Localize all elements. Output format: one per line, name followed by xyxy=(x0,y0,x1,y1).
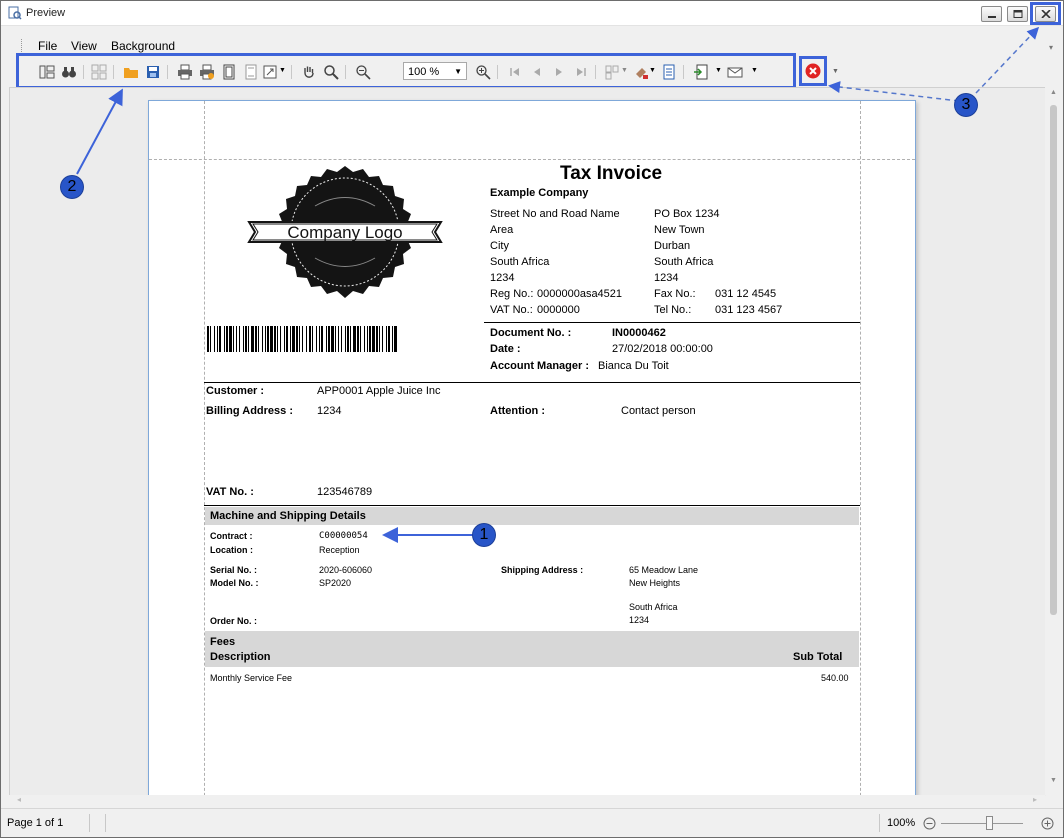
order-no-label: Order No. : xyxy=(210,616,258,626)
shipping-address-label: Shipping Address : xyxy=(501,565,584,575)
customer-vat-label: VAT No. : xyxy=(206,486,254,498)
account-manager-label: Account Manager : xyxy=(490,360,590,372)
document-viewport[interactable]: Company Logo Tax Invoice Example Company… xyxy=(9,87,1046,796)
company-logo: Company Logo xyxy=(247,166,443,298)
close-button-highlight xyxy=(1030,2,1061,25)
close-preview-highlight xyxy=(799,56,827,86)
page-info: Page 1 of 1 xyxy=(7,817,64,829)
fax-value: 031 12 4545 xyxy=(715,288,777,300)
contract-value: C00000054 xyxy=(319,531,368,541)
zoom-percent: 100% xyxy=(887,817,916,829)
location-label: Location : xyxy=(210,545,253,555)
serial-label: Serial No. : xyxy=(210,565,258,575)
account-manager-value: Bianca Du Toit xyxy=(598,360,669,372)
vat-value: 0000000 xyxy=(537,304,580,316)
address-right-line: South Africa xyxy=(654,256,714,268)
address-right-line: 1234 xyxy=(654,272,679,284)
subtotal-header: Sub Total xyxy=(793,651,843,663)
preview-window: Preview ▾ File View Background ▼ 100 % ▼… xyxy=(0,0,1064,838)
customer-vat-value: 123546789 xyxy=(317,486,373,498)
tel-value: 031 123 4567 xyxy=(715,304,783,316)
customer-label: Customer : xyxy=(206,385,265,397)
minimize-icon xyxy=(988,16,996,18)
maximize-button[interactable] xyxy=(1007,6,1028,22)
status-bar: Page 1 of 1 100% xyxy=(1,808,1063,837)
toolbar-highlight xyxy=(16,53,796,89)
machine-section-header: Machine and Shipping Details xyxy=(210,510,366,522)
menu-grip-icon xyxy=(21,39,24,52)
address-right-line: PO Box 1234 xyxy=(654,208,720,220)
date-value: 27/02/2018 00:00:00 xyxy=(612,343,713,355)
attention-value: Contact person xyxy=(621,405,696,417)
shipping-address-line: South Africa xyxy=(629,602,678,612)
callout-3: 3 xyxy=(955,94,977,116)
maximize-icon xyxy=(1013,10,1023,18)
logo-text: Company Logo xyxy=(287,223,402,242)
barcode xyxy=(207,326,397,352)
address-left-line: Street No and Road Name xyxy=(490,208,620,220)
location-value: Reception xyxy=(319,545,360,555)
shipping-address-line: 65 Meadow Lane xyxy=(629,565,699,575)
scroll-down-icon[interactable]: ▼ xyxy=(1050,777,1057,784)
invoice-page: Company Logo Tax Invoice Example Company… xyxy=(148,100,916,796)
preview-app-icon xyxy=(8,6,22,20)
attention-label: Attention : xyxy=(490,405,545,417)
customer-value: APP0001 Apple Juice Inc xyxy=(317,385,441,397)
shipping-address-line: New Heights xyxy=(629,578,681,588)
serial-value: 2020-606060 xyxy=(319,565,373,575)
address-left-line: City xyxy=(490,240,509,252)
document-no-label: Document No. : xyxy=(490,327,572,339)
reg-label: Reg No.: xyxy=(490,288,534,300)
contract-label: Contract : xyxy=(210,531,253,541)
vat-label: VAT No.: xyxy=(490,304,533,316)
billing-address-label: Billing Address : xyxy=(206,405,293,417)
fee-description: Monthly Service Fee xyxy=(210,673,293,683)
scroll-left-icon[interactable]: ◂ xyxy=(17,795,21,804)
address-right-line: New Town xyxy=(654,224,705,236)
company-name: Example Company xyxy=(490,187,589,199)
fees-section-band xyxy=(205,631,859,667)
tel-label: Tel No.: xyxy=(654,304,692,316)
document-no-value: IN0000462 xyxy=(612,327,666,339)
menu-view[interactable]: View xyxy=(71,39,97,53)
fee-amount: 540.00 xyxy=(821,673,849,683)
zoom-out-small-icon[interactable] xyxy=(923,817,936,830)
address-left-line: South Africa xyxy=(490,256,550,268)
scroll-right-icon[interactable]: ▸ xyxy=(1033,795,1037,804)
shipping-address-line: 1234 xyxy=(629,615,650,625)
vertical-scrollbar[interactable]: ▲ ▼ xyxy=(1045,87,1062,795)
zoom-slider-thumb[interactable] xyxy=(986,816,993,830)
address-left-line: Area xyxy=(490,224,514,236)
callout-1: 1 xyxy=(473,524,495,546)
reg-value: 0000000asa4521 xyxy=(537,288,623,300)
model-label: Model No. : xyxy=(210,578,259,588)
window-title: Preview xyxy=(26,7,66,19)
invoice-title: Tax Invoice xyxy=(560,163,663,184)
minimize-button[interactable] xyxy=(981,6,1002,22)
description-header: Description xyxy=(210,651,271,663)
model-value: SP2020 xyxy=(319,578,352,588)
fax-label: Fax No.: xyxy=(654,288,696,300)
address-right-line: Durban xyxy=(654,240,691,252)
menu-file[interactable]: File xyxy=(38,39,57,53)
title-bar: Preview xyxy=(1,1,1063,26)
callout-2: 2 xyxy=(61,176,83,198)
zoom-slider-track[interactable] xyxy=(941,823,1023,824)
billing-address-value: 1234 xyxy=(317,405,342,417)
fees-header: Fees xyxy=(210,636,236,648)
scroll-up-icon[interactable]: ▲ xyxy=(1050,89,1057,96)
menu-background[interactable]: Background xyxy=(111,39,175,53)
close-preview-dropdown-icon[interactable]: ▼ xyxy=(832,68,839,75)
zoom-in-small-icon[interactable] xyxy=(1041,817,1054,830)
vertical-scroll-thumb[interactable] xyxy=(1050,105,1057,615)
date-label: Date : xyxy=(490,343,521,355)
address-left-line: 1234 xyxy=(490,272,515,284)
horizontal-scrollbar[interactable]: ◂ ▸ xyxy=(9,795,1045,808)
